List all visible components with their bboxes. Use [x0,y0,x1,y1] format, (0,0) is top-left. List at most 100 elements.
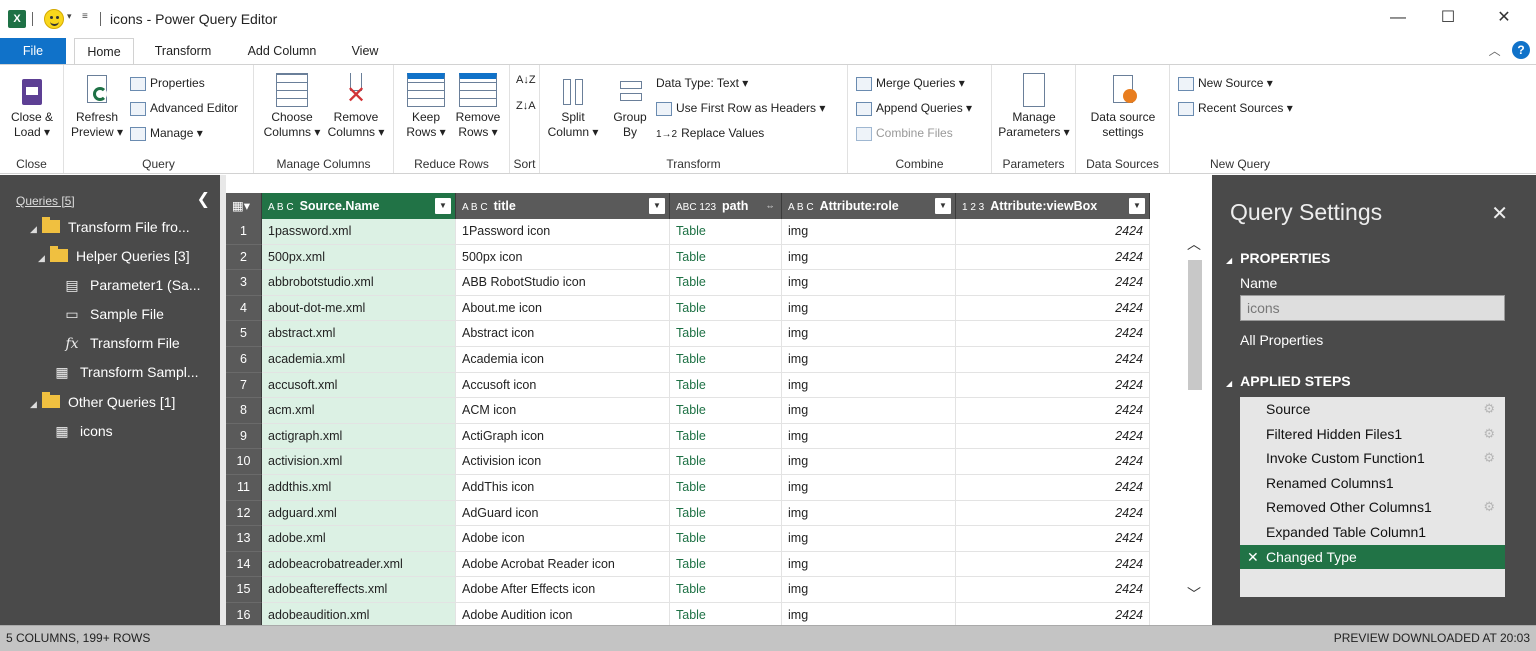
cell-source-name[interactable]: activision.xml [262,449,456,475]
query-transform-sample[interactable]: ▦ Transform Sampl... [54,359,198,385]
cell-title[interactable]: 500px icon [456,244,670,271]
quick-access-dropdown-icon[interactable]: ▾ [67,11,72,22]
cell-path[interactable]: Table [670,219,782,245]
cell-role[interactable]: img [782,347,956,373]
cell-role[interactable]: img [782,372,956,399]
row-number[interactable]: 14 [226,551,262,578]
cell-title[interactable]: Academia icon [456,347,670,373]
gear-icon[interactable]: ⚙ [1483,446,1495,470]
cell-title[interactable]: About.me icon [456,295,670,322]
cell-role[interactable]: img [782,295,956,322]
filter-dropdown-icon[interactable]: ▼ [435,198,451,214]
split-column-button[interactable]: Split Column ▾ [544,69,602,140]
row-number[interactable]: 11 [226,475,262,501]
cell-title[interactable]: Activision icon [456,449,670,475]
cell-title[interactable]: Adobe Audition icon [456,603,670,625]
row-number[interactable]: 12 [226,500,262,527]
cell-role[interactable]: img [782,270,956,296]
row-number[interactable]: 1 [226,219,262,245]
minimize-button[interactable]: — [1378,6,1418,30]
query-folder-other-queries[interactable]: ◢ Other Queries [1] [30,389,175,415]
properties-section-header[interactable]: ◢ PROPERTIES [1226,250,1330,266]
cell-viewbox[interactable]: 2424 [956,449,1150,475]
row-number[interactable]: 15 [226,577,262,603]
query-sample-file[interactable]: ▭ Sample File [64,301,164,327]
cell-source-name[interactable]: abbrobotstudio.xml [262,270,456,296]
collapse-pane-icon[interactable]: ❮ [197,189,210,209]
column-header-attribute-viewbox[interactable]: 1 2 3 Attribute:viewBox ▼ [956,193,1150,219]
cell-path[interactable]: Table [670,577,782,603]
customize-toolbar-icon[interactable]: ≡ [82,11,88,22]
cell-path[interactable]: Table [670,475,782,501]
query-folder-transform-file[interactable]: ◢ Transform File fro... [30,214,190,240]
step-filtered-hidden-files[interactable]: Filtered Hidden Files1 ⚙ [1240,422,1505,447]
cell-source-name[interactable]: 1password.xml [262,219,456,245]
row-number[interactable]: 3 [226,270,262,296]
properties-button[interactable]: Properties [130,72,205,94]
cell-role[interactable]: img [782,475,956,501]
cell-path[interactable]: Table [670,372,782,399]
cell-role[interactable]: img [782,551,956,578]
cell-viewbox[interactable]: 2424 [956,603,1150,625]
tab-transform[interactable]: Transform [144,38,222,64]
step-renamed-columns[interactable]: Renamed Columns1 [1240,471,1505,496]
cell-source-name[interactable]: adobeaudition.xml [262,603,456,625]
step-source[interactable]: Source ⚙ [1240,397,1505,422]
help-icon[interactable]: ? [1512,41,1530,59]
filter-dropdown-icon[interactable]: ▼ [935,198,951,214]
cell-role[interactable]: img [782,423,956,450]
cell-path[interactable]: Table [670,321,782,347]
new-source-button[interactable]: New Source ▾ [1178,72,1273,94]
cell-source-name[interactable]: adguard.xml [262,500,456,527]
remove-rows-button[interactable]: Remove Rows ▾ [450,69,506,140]
data-source-settings-button[interactable]: Data source settings [1082,69,1164,140]
cell-viewbox[interactable]: 2424 [956,372,1150,399]
filter-dropdown-icon[interactable]: ▼ [649,198,665,214]
cell-path[interactable]: Table [670,551,782,578]
maximize-button[interactable]: ☐ [1428,6,1468,30]
cell-role[interactable]: img [782,603,956,625]
tab-home[interactable]: Home [74,38,134,65]
keep-rows-button[interactable]: Keep Rows ▾ [398,69,454,140]
cell-path[interactable]: Table [670,449,782,475]
cell-title[interactable]: ACM icon [456,398,670,424]
tab-file[interactable]: File [0,38,66,64]
scrollbar-thumb[interactable] [1188,260,1202,390]
row-number[interactable]: 13 [226,526,262,552]
close-window-button[interactable]: ✕ [1484,6,1524,30]
cell-title[interactable]: Abstract icon [456,321,670,347]
cell-title[interactable]: ActiGraph icon [456,423,670,450]
column-header-path[interactable]: ABC 123 path ⇔ [670,193,782,219]
close-and-load-button[interactable]: Close & Load ▾ [4,69,60,140]
step-invoke-custom-function[interactable]: Invoke Custom Function1 ⚙ [1240,446,1505,471]
table-menu-icon[interactable]: ▦▾ [226,193,262,219]
step-removed-other-columns[interactable]: Removed Other Columns1 ⚙ [1240,495,1505,520]
cell-source-name[interactable]: adobe.xml [262,526,456,552]
cell-role[interactable]: img [782,321,956,347]
column-header-title[interactable]: A B C title ▼ [456,193,670,219]
recent-sources-button[interactable]: Recent Sources ▾ [1178,97,1293,119]
queries-header[interactable]: Queries [5] [16,194,75,208]
column-header-source-name[interactable]: A B C Source.Name ▼ [262,193,456,219]
manage-parameters-button[interactable]: Manage Parameters ▾ [996,69,1072,140]
cell-viewbox[interactable]: 2424 [956,551,1150,578]
cell-path[interactable]: Table [670,295,782,322]
row-number[interactable]: 8 [226,398,262,424]
query-transform-file[interactable]: fx Transform File [64,330,179,356]
cell-viewbox[interactable]: 2424 [956,270,1150,296]
use-first-row-headers-button[interactable]: Use First Row as Headers ▾ [656,97,825,119]
cell-role[interactable]: img [782,577,956,603]
cell-viewbox[interactable]: 2424 [956,347,1150,373]
cell-path[interactable]: Table [670,347,782,373]
cell-source-name[interactable]: addthis.xml [262,475,456,501]
remove-columns-button[interactable]: ✕ Remove Columns ▾ [324,69,388,140]
append-queries-button[interactable]: Append Queries ▾ [856,97,972,119]
choose-columns-button[interactable]: Choose Columns ▾ [260,69,324,140]
cell-path[interactable]: Table [670,423,782,450]
cell-role[interactable]: img [782,526,956,552]
cell-path[interactable]: Table [670,244,782,271]
cell-viewbox[interactable]: 2424 [956,475,1150,501]
row-number[interactable]: 4 [226,295,262,322]
scroll-up-icon[interactable]: ︿ [1187,234,1201,254]
combine-files-button[interactable]: Combine Files [856,122,953,144]
